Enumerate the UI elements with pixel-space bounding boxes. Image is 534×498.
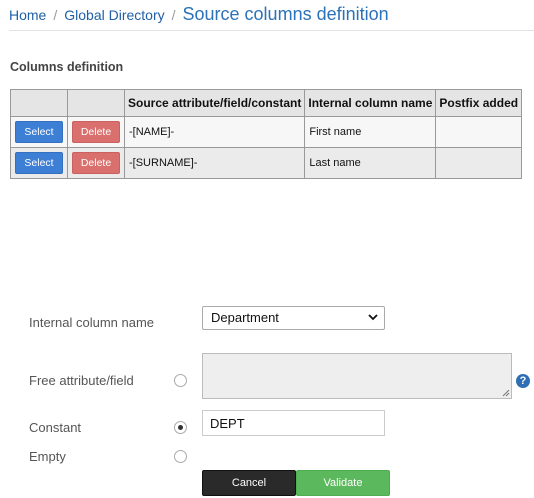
select-button[interactable]: Select bbox=[15, 121, 63, 143]
internal-column-label: Internal column name bbox=[29, 315, 155, 330]
constant-input-value: DEPT bbox=[210, 416, 245, 431]
source-cell: -[NAME]- bbox=[123, 116, 306, 148]
breadcrumb: Home / Global Directory / Source columns… bbox=[9, 4, 389, 28]
breadcrumb-global-directory-link[interactable]: Global Directory bbox=[64, 7, 164, 23]
columns-table: Source attribute/field/constant Internal… bbox=[10, 89, 523, 179]
column-header-source: Source attribute/field/constant bbox=[123, 89, 306, 117]
column-header-internal-name: Internal column name bbox=[304, 89, 437, 117]
free-attribute-textarea[interactable] bbox=[202, 353, 512, 399]
constant-radio[interactable] bbox=[174, 421, 187, 434]
column-header-select bbox=[10, 89, 68, 117]
select-button[interactable]: Select bbox=[15, 152, 63, 174]
breadcrumb-separator: / bbox=[53, 7, 58, 23]
breadcrumb-separator: / bbox=[171, 7, 176, 23]
empty-label: Empty bbox=[29, 449, 66, 464]
free-attribute-radio[interactable] bbox=[174, 374, 187, 387]
help-icon[interactable]: ? bbox=[516, 374, 530, 388]
table-header-row: Source attribute/field/constant Internal… bbox=[10, 89, 523, 117]
table-cell: Delete bbox=[67, 116, 125, 148]
table-cell: Select bbox=[10, 116, 68, 148]
delete-button[interactable]: Delete bbox=[72, 152, 120, 174]
page-title: Source columns definition bbox=[182, 4, 389, 24]
internal-name-cell: Last name bbox=[304, 147, 437, 179]
internal-column-select[interactable]: Department bbox=[202, 306, 385, 330]
empty-radio[interactable] bbox=[174, 450, 187, 463]
source-cell: -[SURNAME]- bbox=[123, 147, 306, 179]
constant-input[interactable]: DEPT bbox=[202, 410, 385, 436]
postfix-cell bbox=[435, 116, 523, 148]
internal-name-cell: First name bbox=[304, 116, 437, 148]
constant-label: Constant bbox=[29, 420, 82, 435]
table-cell: Select bbox=[10, 147, 68, 179]
header-divider bbox=[9, 30, 534, 31]
column-header-delete bbox=[67, 89, 125, 117]
resize-grip-icon[interactable] bbox=[502, 389, 510, 397]
table-cell: Delete bbox=[67, 147, 125, 179]
cancel-button[interactable]: Cancel bbox=[202, 470, 296, 496]
breadcrumb-home-link[interactable]: Home bbox=[9, 7, 46, 23]
table-row: Select Delete -[NAME]- First name bbox=[10, 116, 523, 148]
postfix-cell bbox=[435, 147, 523, 179]
free-attribute-label: Free attribute/field bbox=[29, 373, 134, 388]
validate-button[interactable]: Validate bbox=[296, 470, 390, 496]
section-title: Columns definition bbox=[10, 60, 124, 74]
delete-button[interactable]: Delete bbox=[72, 121, 120, 143]
table-row: Select Delete -[SURNAME]- Last name bbox=[10, 147, 523, 179]
internal-column-select-value: Department bbox=[211, 310, 279, 325]
chevron-down-icon bbox=[368, 314, 378, 321]
column-header-postfix: Postfix added bbox=[435, 89, 523, 117]
